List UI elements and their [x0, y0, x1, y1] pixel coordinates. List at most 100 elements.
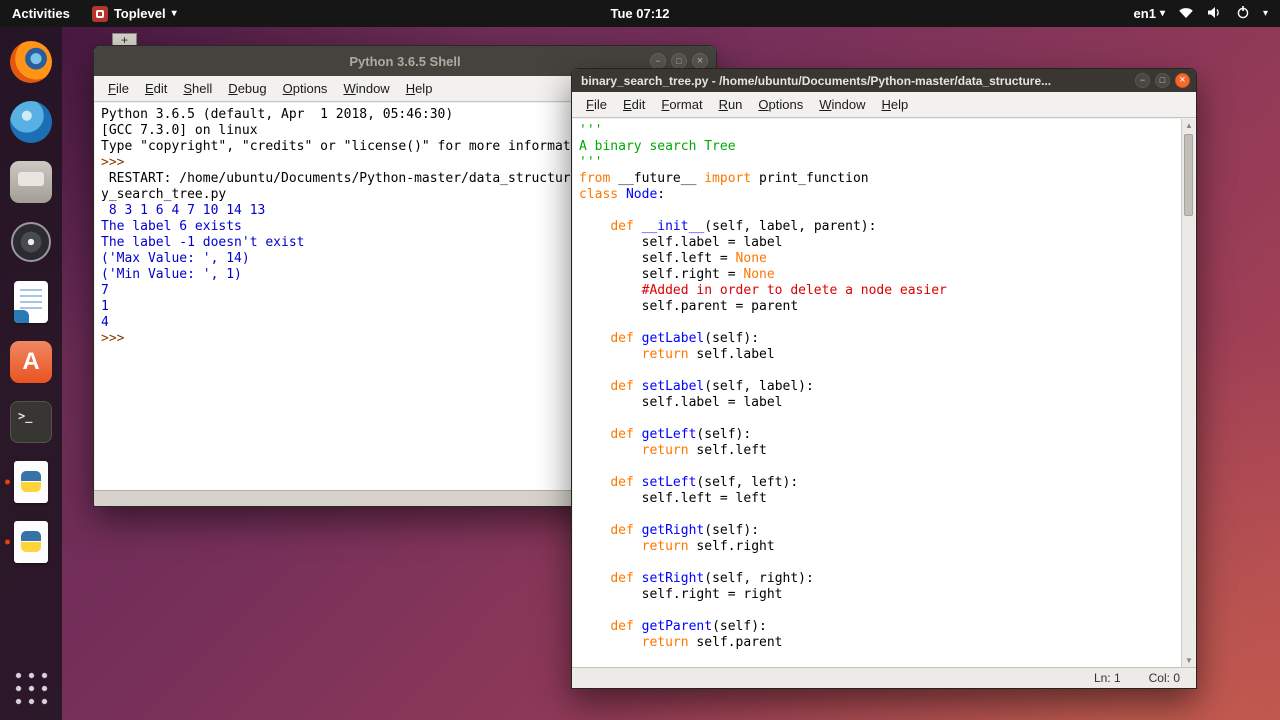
code-line: [579, 555, 1181, 571]
code-line: class Node:: [579, 187, 1181, 203]
dock-item-firefox[interactable]: [5, 36, 57, 88]
code-line: [579, 507, 1181, 523]
dock-item-software[interactable]: [5, 336, 57, 388]
menu-window[interactable]: Window: [335, 77, 397, 100]
scrollbar-thumb[interactable]: [1184, 134, 1193, 216]
code-line: def getLabel(self):: [579, 331, 1181, 347]
code-editor-area[interactable]: '''A binary search Tree'''from __future_…: [573, 119, 1181, 667]
code-line: [579, 411, 1181, 427]
code-line: #Added in order to delete a node easier: [579, 283, 1181, 299]
editor-menubar: FileEditFormatRunOptionsWindowHelp: [572, 92, 1196, 118]
toplevel-app-icon: [92, 6, 108, 22]
menu-options[interactable]: Options: [275, 77, 336, 100]
code-line: def setLeft(self, left):: [579, 475, 1181, 491]
menu-edit[interactable]: Edit: [137, 77, 175, 100]
close-button[interactable]: [692, 53, 708, 69]
editor-window: binary_search_tree.py - /home/ubuntu/Doc…: [571, 68, 1197, 689]
code-line: def setLabel(self, label):: [579, 379, 1181, 395]
terminal-icon: [10, 401, 52, 443]
thunderbird-icon: [10, 101, 52, 143]
running-indicator: [5, 540, 10, 545]
menu-options[interactable]: Options: [750, 93, 811, 116]
code-line: def setRight(self, right):: [579, 571, 1181, 587]
menu-edit[interactable]: Edit: [615, 93, 653, 116]
system-menu-chevron-icon[interactable]: ▾: [1263, 8, 1268, 19]
volume-icon[interactable]: [1207, 6, 1223, 22]
chevron-down-icon: ▾: [172, 8, 177, 19]
scroll-up-icon[interactable]: ▲: [1182, 119, 1196, 132]
maximize-button[interactable]: [671, 53, 687, 69]
code-line: self.right = None: [579, 267, 1181, 283]
code-line: [579, 315, 1181, 331]
dock-item-writer[interactable]: [5, 276, 57, 328]
menu-window[interactable]: Window: [811, 93, 873, 116]
code-line: def __init__(self, label, parent):: [579, 219, 1181, 235]
dock-items: [5, 36, 57, 576]
editor-titlebar[interactable]: binary_search_tree.py - /home/ubuntu/Doc…: [572, 69, 1196, 92]
editor-statusbar: Ln: 1 Col: 0: [572, 667, 1196, 688]
clock[interactable]: Tue 07:12: [610, 0, 669, 27]
code-line: self.left = left: [579, 491, 1181, 507]
line-indicator: Ln: 1: [1094, 671, 1121, 685]
rhythmbox-icon: [11, 222, 51, 262]
code-line: self.label = label: [579, 395, 1181, 411]
maximize-button[interactable]: [1155, 73, 1170, 88]
code-line: def getParent(self):: [579, 619, 1181, 635]
code-line: return self.label: [579, 347, 1181, 363]
menu-debug[interactable]: Debug: [220, 77, 274, 100]
menu-file[interactable]: File: [578, 93, 615, 116]
code-line: ''': [579, 123, 1181, 139]
editor-window-title: binary_search_tree.py - /home/ubuntu/Doc…: [581, 74, 1135, 88]
show-applications-button[interactable]: [12, 669, 51, 708]
dock-item-idle-editor[interactable]: [5, 516, 57, 568]
shell-window-title: Python 3.6.5 Shell: [349, 54, 460, 69]
code-line: [579, 203, 1181, 219]
dock-item-terminal[interactable]: [5, 396, 57, 448]
menu-help[interactable]: Help: [398, 77, 441, 100]
close-button[interactable]: [1175, 73, 1190, 88]
code-line: A binary search Tree: [579, 139, 1181, 155]
code-line: self.left = None: [579, 251, 1181, 267]
activities-button[interactable]: Activities: [12, 6, 70, 21]
menu-file[interactable]: File: [100, 77, 137, 100]
firefox-icon: [10, 41, 52, 83]
menu-shell[interactable]: Shell: [175, 77, 220, 100]
menu-format[interactable]: Format: [653, 93, 710, 116]
dock-item-files[interactable]: [5, 156, 57, 208]
minimize-button[interactable]: [1135, 73, 1150, 88]
power-icon[interactable]: [1236, 5, 1250, 22]
wifi-icon[interactable]: [1178, 6, 1194, 22]
minimize-button[interactable]: [650, 53, 666, 69]
code-line: def getLeft(self):: [579, 427, 1181, 443]
running-indicator: [5, 480, 10, 485]
code-line: return self.left: [579, 443, 1181, 459]
code-line: ''': [579, 155, 1181, 171]
code-line: from __future__ import print_function: [579, 171, 1181, 187]
code-line: def getRight(self):: [579, 523, 1181, 539]
dock-item-idle-shell[interactable]: [5, 456, 57, 508]
files-icon: [10, 161, 52, 203]
code-line: self.right = right: [579, 587, 1181, 603]
keyboard-layout-indicator[interactable]: en1 ▾: [1134, 6, 1165, 21]
chevron-down-icon: ▾: [1160, 8, 1165, 19]
column-indicator: Col: 0: [1149, 671, 1180, 685]
code-line: [579, 363, 1181, 379]
code-line: return self.parent: [579, 635, 1181, 651]
app-menu[interactable]: Toplevel ▾: [92, 6, 177, 22]
software-icon: [10, 341, 52, 383]
scrollbar[interactable]: ▲ ▼: [1181, 119, 1195, 667]
menu-run[interactable]: Run: [711, 93, 751, 116]
code-line: [579, 603, 1181, 619]
menu-help[interactable]: Help: [874, 93, 917, 116]
code-line: self.label = label: [579, 235, 1181, 251]
keyboard-layout-label: en1: [1134, 6, 1156, 21]
dock-item-thunderbird[interactable]: [5, 96, 57, 148]
code-line: [579, 459, 1181, 475]
scroll-down-icon[interactable]: ▼: [1182, 654, 1196, 667]
code-line: self.parent = parent: [579, 299, 1181, 315]
dock-item-rhythmbox[interactable]: [5, 216, 57, 268]
app-menu-label: Toplevel: [114, 6, 166, 21]
dock: [0, 27, 62, 720]
top-bar: Activities Toplevel ▾ Tue 07:12 en1 ▾ ▾: [0, 0, 1280, 27]
writer-icon: [14, 281, 48, 323]
